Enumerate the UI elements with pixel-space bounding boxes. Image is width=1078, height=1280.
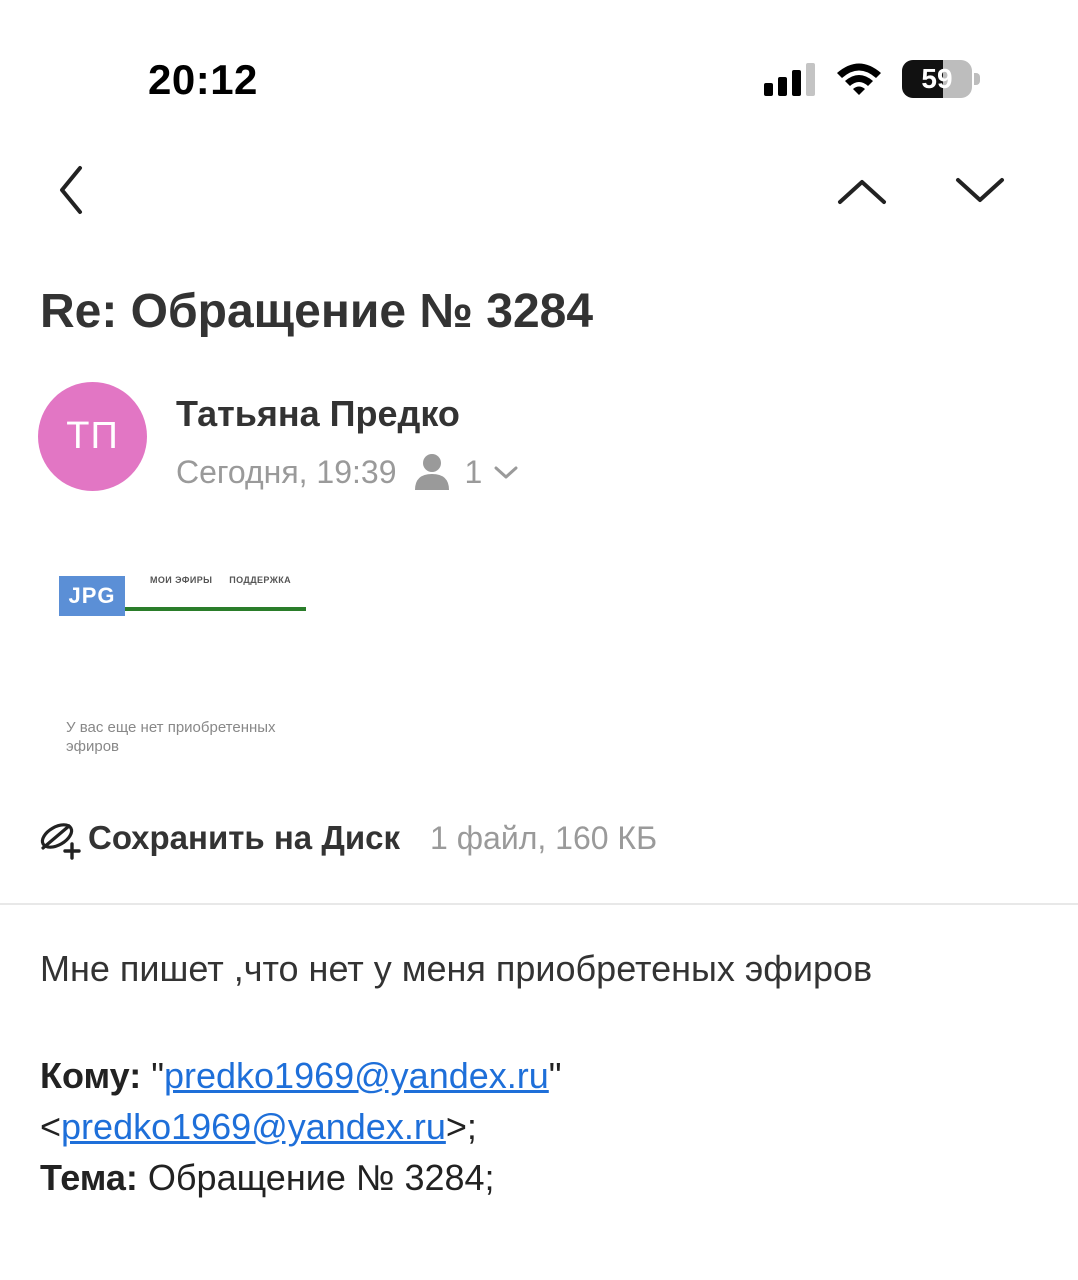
save-to-disk-button[interactable]: Сохранить на Диск	[88, 819, 400, 857]
email-body: Мне пишет ,что нет у меня приобретеных э…	[40, 948, 873, 989]
previous-email-button[interactable]	[822, 150, 902, 230]
quote-close: "	[548, 1055, 562, 1096]
chevron-down-icon	[956, 178, 1004, 202]
recipient-email-link[interactable]: predko1969@yandex.ru	[164, 1055, 549, 1096]
angle-close: >;	[445, 1106, 477, 1147]
quoted-subject-value: Обращение № 3284;	[137, 1157, 495, 1198]
back-chevron-icon	[60, 166, 82, 214]
status-bar: 20:12 59	[0, 0, 1078, 130]
angle-open: <	[40, 1106, 62, 1147]
email-subject: Re: Обращение № 3284	[40, 285, 594, 338]
battery-tip	[974, 73, 980, 85]
email-meta: Сегодня, 19:39 1	[176, 450, 520, 494]
next-email-button[interactable]	[940, 150, 1020, 230]
cellular-signal-icon	[764, 63, 815, 96]
to-label: Кому:	[40, 1055, 142, 1096]
battery-level: 59	[921, 63, 953, 94]
quoted-to-line: Кому: "predko1969@yandex.ru"	[40, 1050, 1040, 1101]
thumbnail-menu-item: ПОДДЕРЖКА	[229, 575, 292, 585]
attachment-thumbnail[interactable]: МОИ ЭФИРЫ ПОДДЕРЖКА JPG У вас еще нет пр…	[52, 552, 362, 772]
file-type-badge: JPG	[59, 576, 125, 616]
recipients-count[interactable]: 1	[465, 454, 483, 491]
save-to-disk-row: Сохранить на Диск 1 файл, 160 КБ	[38, 814, 657, 862]
battery-body: 59	[902, 60, 972, 98]
email-navigation	[0, 150, 1078, 240]
email-date: Сегодня, 19:39	[176, 453, 397, 490]
thumbnail-text: У вас еще нет приобретенных эфиров	[66, 719, 276, 755]
sender-name[interactable]: Татьяна Предко	[176, 393, 460, 435]
disk-save-icon[interactable]	[38, 816, 82, 860]
person-icon[interactable]	[413, 452, 451, 492]
quoted-subject-line: Тема: Обращение № 3284;	[40, 1152, 1040, 1203]
thumbnail-active-underline	[122, 607, 306, 611]
quoted-header: Кому: "predko1969@yandex.ru" <predko1969…	[40, 1050, 1040, 1203]
file-info: 1 файл, 160 КБ	[430, 819, 658, 856]
quoted-address-line: <predko1969@yandex.ru>;	[40, 1101, 1040, 1152]
sender-avatar[interactable]: ТП	[38, 382, 147, 491]
quote-open: "	[141, 1055, 164, 1096]
thumbnail-menu: МОИ ЭФИРЫ ПОДДЕРЖКА	[150, 575, 305, 585]
recipient-email-link[interactable]: predko1969@yandex.ru	[61, 1106, 446, 1147]
expand-recipients-icon[interactable]	[492, 462, 520, 482]
subject-label: Тема:	[40, 1157, 138, 1198]
thumbnail-menu-item: МОИ ЭФИРЫ	[150, 575, 213, 585]
wifi-icon	[837, 63, 881, 95]
back-button[interactable]	[30, 150, 110, 230]
status-time: 20:12	[148, 56, 258, 103]
battery-icon: 59	[902, 60, 980, 98]
divider	[0, 903, 1078, 905]
chevron-up-icon	[838, 180, 886, 204]
